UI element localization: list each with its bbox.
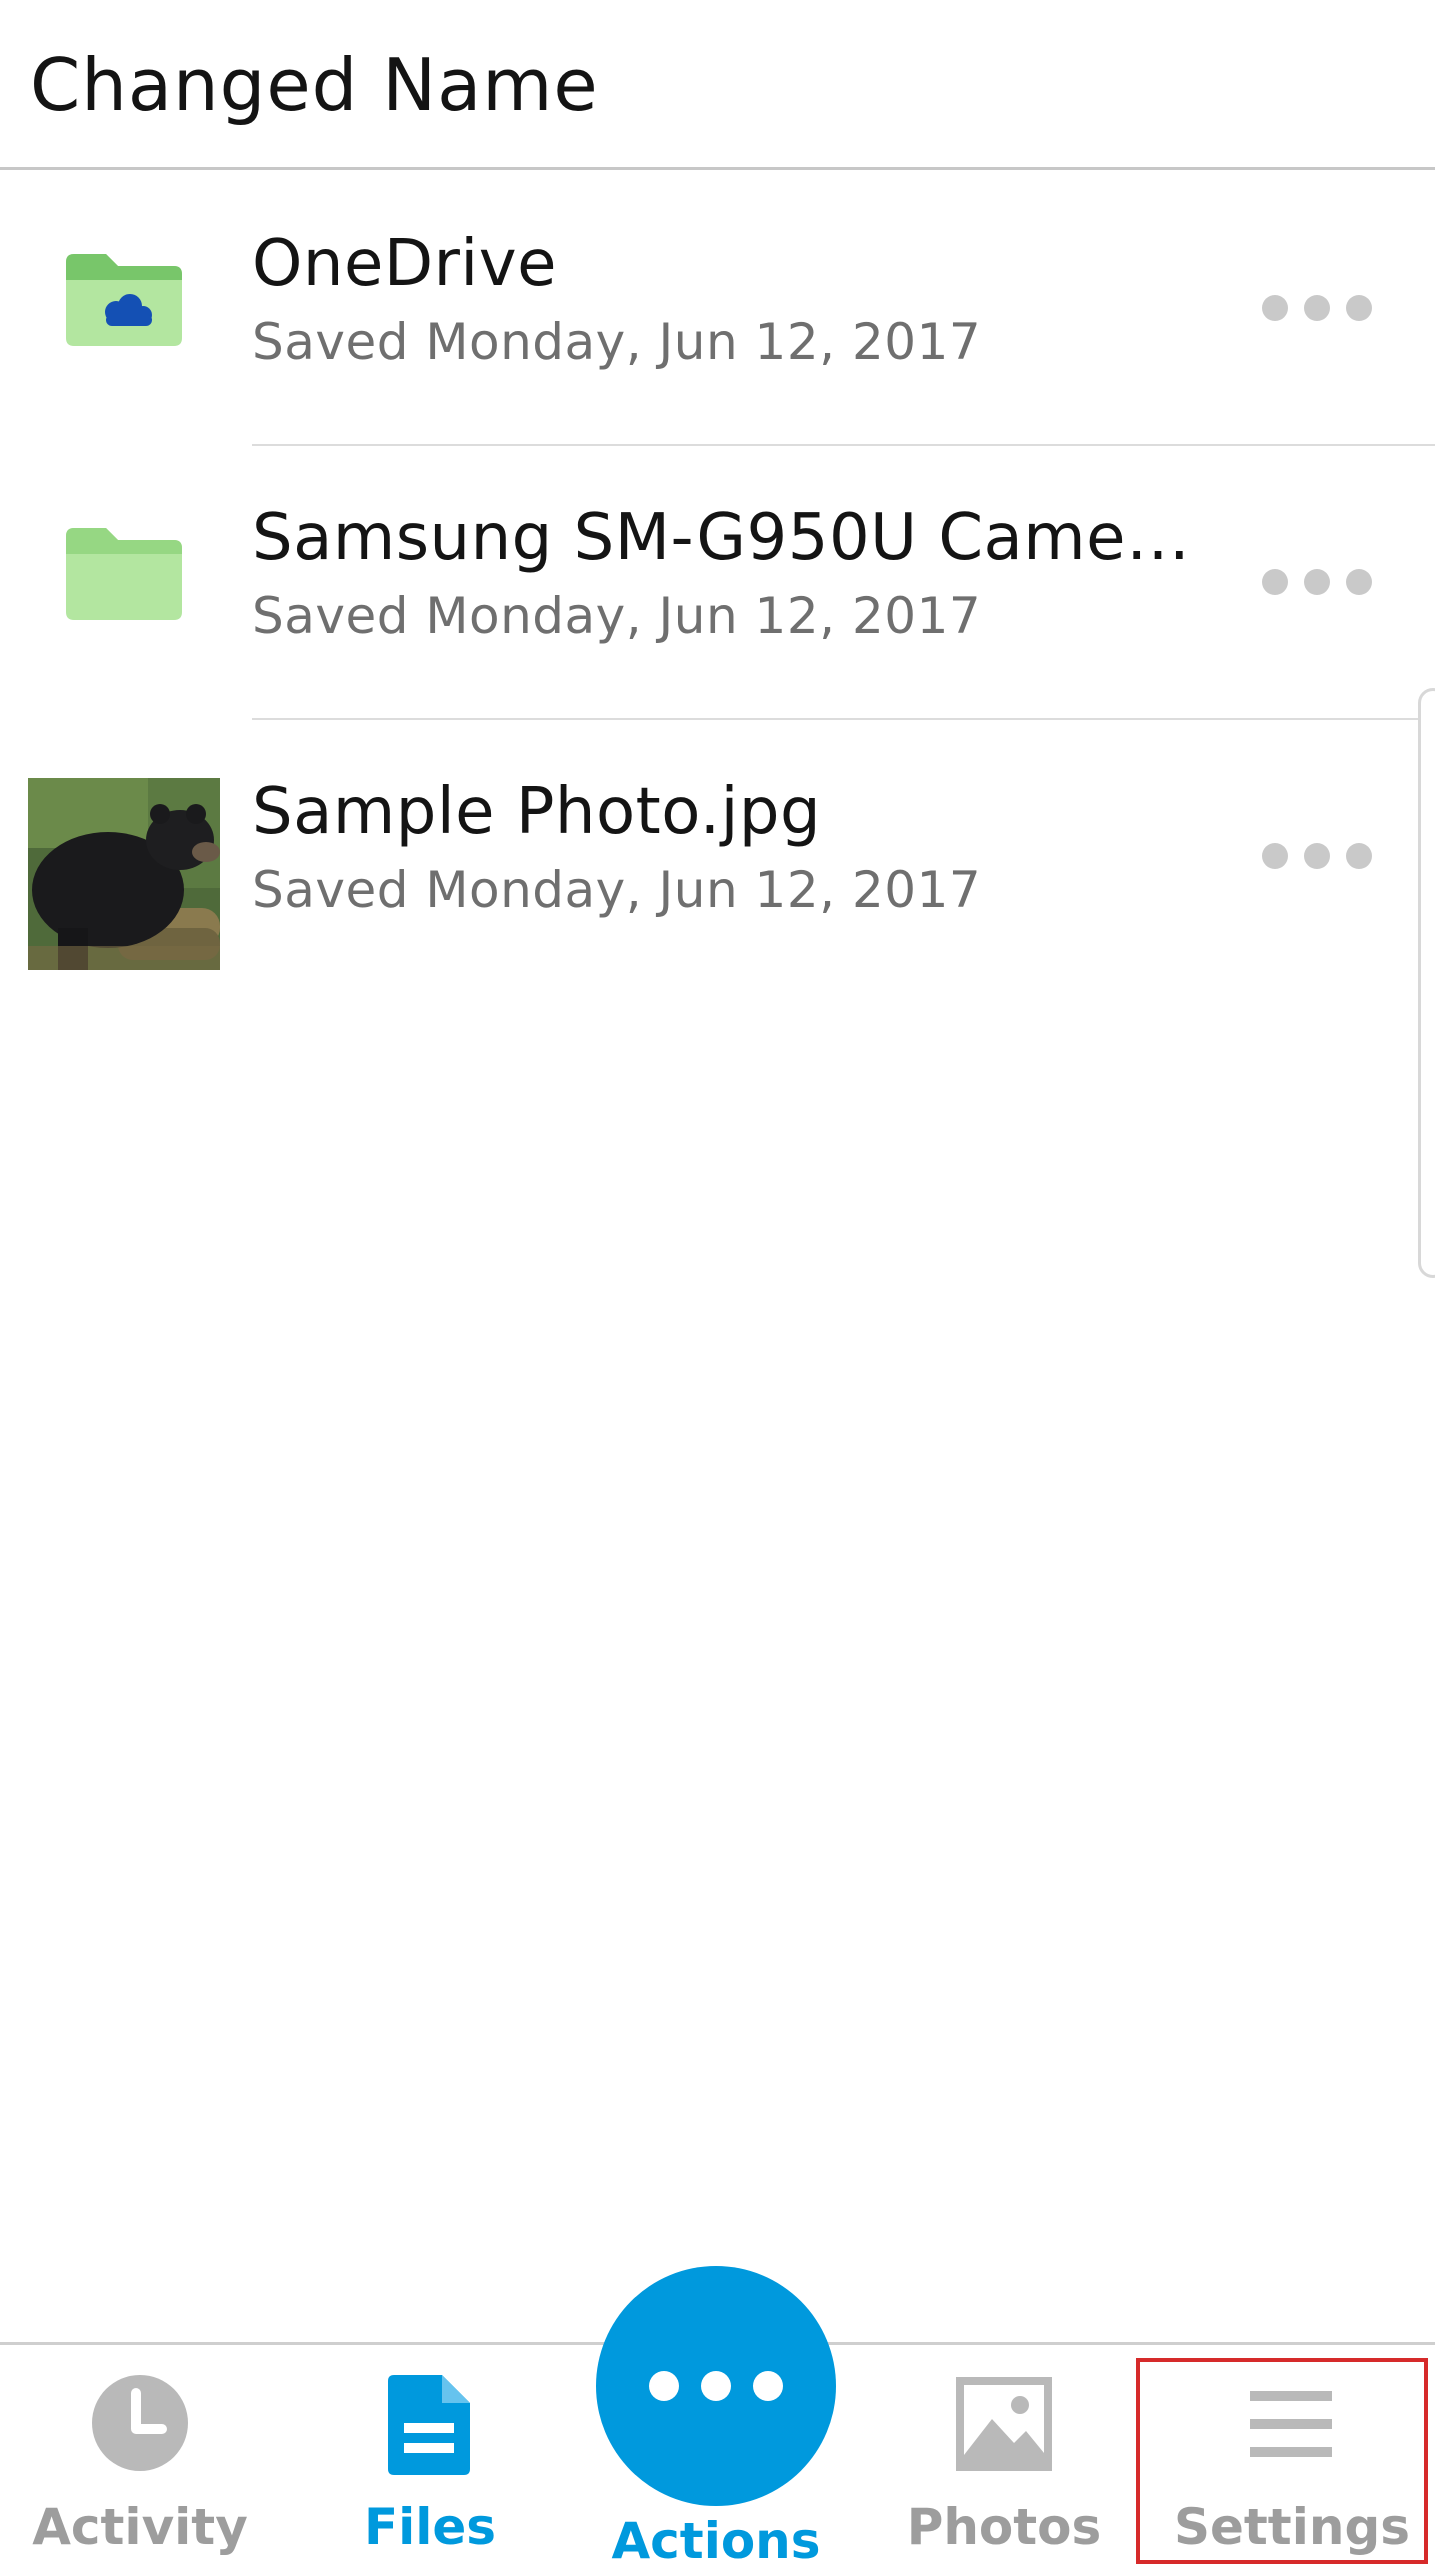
file-name: Samsung SM-G950U Came…	[252, 501, 1191, 575]
app-header: Changed Name	[0, 0, 1435, 170]
list-item-sample-photo[interactable]: Sample Photo.jpg Saved Monday, Jun 12, 2…	[0, 720, 1435, 994]
tab-settings[interactable]: Settings	[1172, 2345, 1412, 2570]
onedrive-folder-icon	[66, 254, 182, 346]
file-saved-date: Saved Monday, Jun 12, 2017	[252, 861, 982, 919]
more-options-button[interactable]	[1262, 838, 1372, 874]
photos-icon	[956, 2377, 1052, 2471]
page-title: Changed Name	[30, 43, 599, 127]
tab-label: Activity	[32, 2498, 248, 2556]
tab-label: Photos	[906, 2498, 1102, 2556]
file-saved-date: Saved Monday, Jun 12, 2017	[252, 313, 982, 371]
list-item-onedrive[interactable]: OneDrive Saved Monday, Jun 12, 2017	[0, 172, 1435, 446]
clock-icon	[92, 2375, 188, 2471]
file-name: Sample Photo.jpg	[252, 775, 822, 849]
more-options-button[interactable]	[1262, 290, 1372, 326]
file-name: OneDrive	[252, 227, 557, 301]
tab-activity[interactable]: Activity	[20, 2345, 260, 2570]
file-icon	[388, 2375, 470, 2475]
list-item-samsung-camera[interactable]: Samsung SM-G950U Came… Saved Monday, Jun…	[0, 446, 1435, 720]
actions-label: Actions	[611, 2512, 821, 2570]
more-dots-icon	[649, 2371, 679, 2401]
tab-photos[interactable]: Photos	[884, 2345, 1124, 2570]
more-options-button[interactable]	[1262, 564, 1372, 600]
tab-files[interactable]: Files	[310, 2345, 550, 2570]
folder-icon	[66, 528, 182, 620]
menu-icon	[1250, 2391, 1332, 2457]
actions-button[interactable]	[596, 2266, 836, 2506]
scroll-handle[interactable]	[1418, 688, 1435, 1278]
tab-label: Settings	[1173, 2498, 1410, 2556]
photo-thumbnail	[28, 778, 220, 970]
tab-label: Files	[363, 2498, 497, 2556]
file-saved-date: Saved Monday, Jun 12, 2017	[252, 587, 982, 645]
